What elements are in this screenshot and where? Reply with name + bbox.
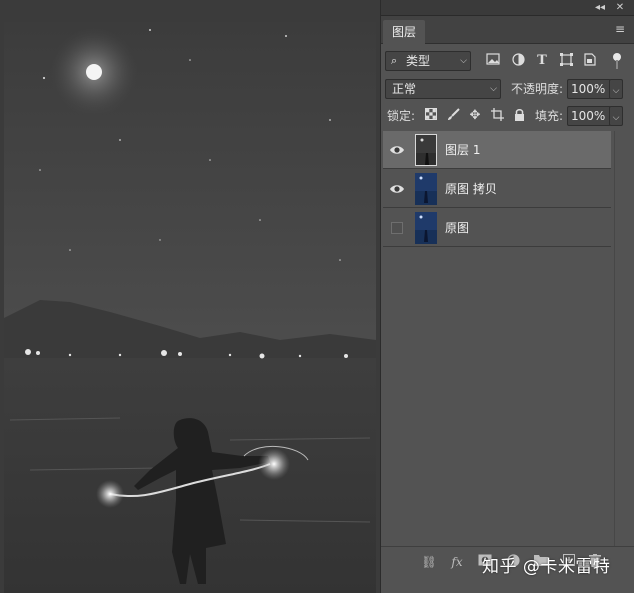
- layer-name: 原图: [445, 221, 470, 235]
- blend-row: 正常 ⌵ 不透明度: 100% ⌵: [381, 78, 634, 100]
- eye-icon[interactable]: [389, 142, 405, 158]
- type-filter-icon[interactable]: T: [534, 53, 550, 69]
- fill-label: 填充:: [535, 109, 564, 123]
- chevron-down-icon: ⌵: [490, 84, 497, 94]
- panel-title-bar: ◂◂ ✕: [381, 0, 634, 16]
- visibility-toggle-off[interactable]: [391, 222, 403, 234]
- artboard-nesting-icon[interactable]: [489, 108, 505, 124]
- filter-kind-value: 类型: [406, 54, 431, 68]
- document-canvas[interactable]: [0, 0, 380, 593]
- layer-name: 图层 1: [445, 143, 481, 157]
- smart-object-filter-icon[interactable]: [582, 53, 598, 69]
- layer-row-original[interactable]: 原图: [383, 209, 611, 247]
- watermark: 知乎 @卡米雷特: [482, 557, 611, 577]
- blend-mode-value: 正常: [392, 82, 417, 96]
- eye-icon[interactable]: [389, 181, 405, 197]
- hamburger-menu-icon[interactable]: ≡: [614, 22, 626, 36]
- lock-label: 锁定:: [387, 109, 416, 123]
- layer-row-layer-1[interactable]: 图层 1: [383, 131, 611, 169]
- lock-transparent-pixels-icon[interactable]: [423, 108, 439, 124]
- opacity-value: 100%: [571, 82, 606, 96]
- link-layers-icon[interactable]: ⛓: [421, 554, 437, 570]
- chevron-down-icon: ⌵: [612, 86, 620, 96]
- lock-image-pixels-icon[interactable]: [445, 108, 461, 124]
- shape-filter-icon[interactable]: [558, 53, 574, 69]
- opacity-label: 不透明度:: [511, 82, 564, 96]
- fx-icon[interactable]: fx: [449, 554, 465, 570]
- layer-name: 原图 拷贝: [445, 182, 497, 196]
- blend-mode-select[interactable]: 正常 ⌵: [385, 79, 501, 99]
- filter-toggle-icon[interactable]: [609, 52, 625, 69]
- layer-thumbnail: [415, 212, 437, 244]
- layer-thumbnail: [415, 134, 437, 166]
- search-icon: ⌕: [391, 54, 398, 67]
- lock-all-icon[interactable]: [511, 108, 527, 124]
- close-icon[interactable]: ✕: [613, 0, 627, 16]
- filter-kind-select[interactable]: ⌕ 类型 ⌵: [385, 51, 471, 71]
- opacity-dropdown-button[interactable]: ⌵: [609, 79, 623, 99]
- layer-row-original-copy[interactable]: 原图 拷贝: [383, 170, 611, 208]
- fill-dropdown-button[interactable]: ⌵: [609, 106, 623, 126]
- filter-row: ⌕ 类型 ⌵ T: [381, 50, 634, 72]
- layers-scrollbar[interactable]: [614, 131, 634, 546]
- double-chevron-left-icon[interactable]: ◂◂: [593, 0, 607, 16]
- lock-position-icon[interactable]: ✥: [467, 108, 483, 124]
- lock-row: 锁定: ✥ 填充: 100% ⌵: [381, 105, 634, 127]
- opacity-input[interactable]: 100%: [567, 79, 611, 99]
- chevron-down-icon: ⌵: [612, 113, 620, 123]
- layer-thumbnail: [415, 173, 437, 205]
- panel-tab-bar: 图层 ≡: [381, 16, 634, 44]
- tab-layers[interactable]: 图层: [383, 20, 426, 44]
- layers-panel: ◂◂ ✕ 图层 ≡ ⌕ 类型 ⌵ T 正常 ⌵ 不透明度: 100% ⌵ 锁定:…: [380, 0, 634, 593]
- fill-value: 100%: [571, 109, 606, 123]
- adjustment-filter-icon[interactable]: [510, 53, 526, 69]
- fill-input[interactable]: 100%: [567, 106, 611, 126]
- canvas-image: [0, 0, 380, 593]
- chevron-down-icon: ⌵: [460, 56, 467, 66]
- image-filter-icon[interactable]: [485, 53, 501, 69]
